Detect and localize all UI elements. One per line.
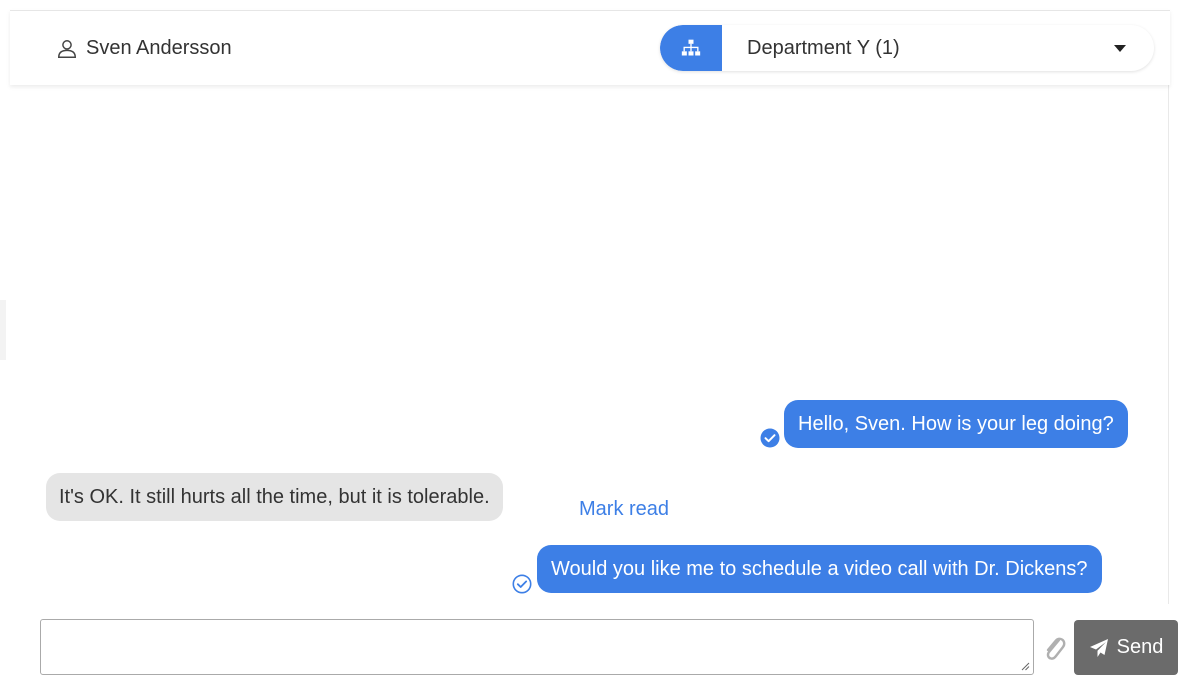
user-name: Sven Andersson: [86, 37, 232, 59]
department-badge: [660, 25, 722, 71]
paperclip-icon[interactable]: [1040, 632, 1068, 664]
user-info: Sven Andersson: [56, 37, 232, 60]
message-bubble-outgoing: Would you like me to schedule a video ca…: [537, 545, 1102, 593]
mark-read-link[interactable]: Mark read: [579, 498, 669, 521]
caret-down-icon: [1114, 44, 1126, 52]
message-input[interactable]: [41, 620, 1033, 674]
department-select[interactable]: Department Y (1): [660, 25, 1154, 71]
chat-header: Sven Andersson Department Y (1): [10, 10, 1170, 85]
check-outline-icon: [512, 574, 532, 594]
department-label: Department Y (1): [747, 36, 900, 59]
message-composer: [40, 619, 1034, 675]
org-chart-icon: [681, 39, 701, 56]
message-bubble-outgoing: Hello, Sven. How is your leg doing?: [784, 400, 1128, 448]
panel-edge: [0, 300, 6, 360]
user-icon: [58, 39, 76, 58]
resize-grip-icon[interactable]: [1020, 661, 1030, 671]
send-label: Send: [1116, 636, 1164, 658]
chat-page: Sven Andersson Department Y (1) Hello, S…: [0, 0, 1185, 698]
message-list: Hello, Sven. How is your leg doing? It's…: [10, 84, 1169, 604]
message-bubble-incoming: It's OK. It still hurts all the time, bu…: [46, 473, 503, 521]
check-filled-icon: [760, 428, 780, 448]
paper-plane-icon: [1089, 638, 1108, 657]
send-button[interactable]: Send: [1074, 620, 1178, 675]
